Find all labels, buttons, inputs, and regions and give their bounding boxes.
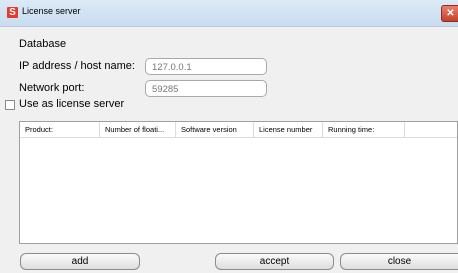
host-input[interactable]: 127.0.0.1 — [145, 58, 267, 75]
table-header: Product: Number of floati... Software ve… — [20, 122, 457, 138]
products-table[interactable]: Product: Number of floati... Software ve… — [19, 121, 458, 244]
window-title: License server — [22, 6, 81, 16]
port-input[interactable]: 59285 — [145, 80, 267, 97]
column-header-running-time[interactable]: Running time: — [323, 122, 405, 137]
app-logo-icon: S — [7, 7, 18, 18]
close-button[interactable]: close — [340, 253, 458, 270]
section-label-database: Database — [19, 38, 67, 50]
add-button[interactable]: add — [20, 253, 140, 270]
column-header-software-version[interactable]: Software version — [176, 122, 254, 137]
column-header-floating[interactable]: Number of floati... — [100, 122, 176, 137]
title-bar: S License server ✕ — [0, 0, 458, 27]
accept-button[interactable]: accept — [215, 253, 334, 270]
window-close-button[interactable]: ✕ — [441, 5, 458, 22]
host-label: IP address / host name: — [19, 60, 135, 72]
column-header-license-number[interactable]: License number — [254, 122, 323, 137]
column-header-product[interactable]: Product: — [20, 122, 100, 137]
use-as-license-server-label: Use as license server — [19, 98, 125, 110]
use-as-license-server-checkbox[interactable] — [5, 100, 15, 110]
port-label: Network port: — [19, 82, 85, 94]
